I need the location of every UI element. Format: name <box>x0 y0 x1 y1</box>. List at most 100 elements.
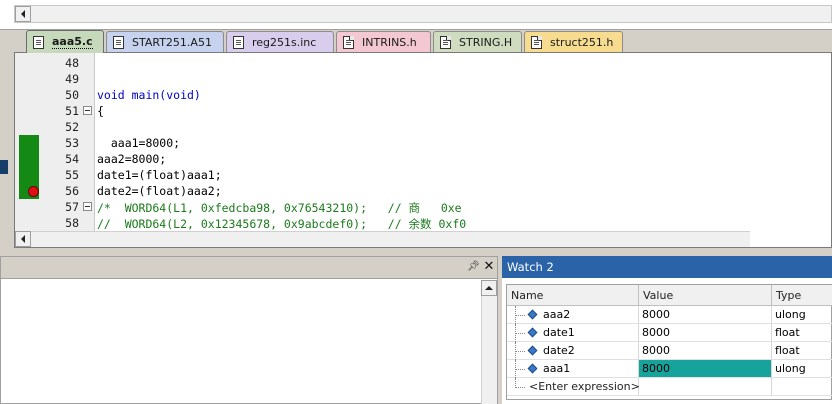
scroll-left-button[interactable] <box>15 231 31 247</box>
line-number: 49 <box>65 72 79 86</box>
arrow-left-icon <box>21 10 25 18</box>
panel-vertical-scrollbar[interactable] <box>481 280 497 404</box>
watch-row[interactable]: date1 8000 float <box>507 324 832 342</box>
line-number: 51 <box>65 104 79 118</box>
watch-value-cell[interactable]: 8000 <box>639 342 772 360</box>
c-file-icon <box>33 35 44 49</box>
pin-icon[interactable]: 📌︎ <box>467 261 480 273</box>
variable-icon <box>527 327 538 338</box>
header-file-icon <box>343 35 354 49</box>
tree-line <box>515 315 525 316</box>
watch-name-cell[interactable]: date2 <box>507 342 639 360</box>
inc-file-icon <box>233 35 244 49</box>
line-number: 56 <box>65 184 79 198</box>
enter-expression-label: <Enter expression> <box>529 380 640 393</box>
top-horizontal-scrollbar[interactable] <box>14 5 832 23</box>
watch-value-cell[interactable]: 8000 <box>639 306 772 324</box>
variable-icon <box>527 363 538 374</box>
line-number: 48 <box>65 56 79 70</box>
tab-string-h[interactable]: STRING.H <box>433 31 522 52</box>
line-number: 53 <box>65 136 79 150</box>
watch-name-cell[interactable]: date1 <box>507 324 639 342</box>
tab-struct251-h[interactable]: struct251.h <box>524 31 623 52</box>
code-line[interactable]: 49 <box>15 71 831 87</box>
watch-type-cell: ulong <box>772 306 832 324</box>
code-line[interactable]: 58 // WORD64(L2, 0x12345678, 0x9abcdef0)… <box>15 215 831 231</box>
tab-label: START251.A51 <box>132 35 212 49</box>
watch-name-cell[interactable]: aaa1 <box>507 360 639 378</box>
code-line[interactable]: 53 aaa1=8000; <box>15 135 831 151</box>
line-number: 55 <box>65 168 79 182</box>
tab-label: aaa5.c <box>52 35 93 49</box>
tab-start251-a51[interactable]: START251.A51 <box>106 31 224 52</box>
watch-type-cell <box>772 378 832 396</box>
scroll-left-button[interactable] <box>15 6 31 22</box>
watch-value-cell-changed[interactable]: 8000 <box>639 360 772 378</box>
code-editor[interactable]: 48 49 50 void main(void) 51 { 52 53 aaa1… <box>14 52 832 248</box>
editor-horizontal-scrollbar[interactable] <box>15 231 750 247</box>
breakpoint-icon[interactable] <box>28 186 39 197</box>
tree-line <box>515 351 525 352</box>
top-strip <box>0 0 832 30</box>
watch-type-cell: float <box>772 324 832 342</box>
tab-label: struct251.h <box>550 35 614 49</box>
watch-name-cell[interactable]: aaa2 <box>507 306 639 324</box>
executed-line-marker <box>19 151 39 167</box>
watch-value-cell[interactable] <box>639 378 772 396</box>
watch-row[interactable]: aaa2 8000 ulong <box>507 306 832 324</box>
watch-grid[interactable]: Name Value Type aaa2 8000 ulong date1 80… <box>506 284 832 400</box>
fold-collapse-icon[interactable] <box>83 202 92 211</box>
code-line[interactable]: 56 date2=(float)aaa2; <box>15 183 831 199</box>
column-header-value[interactable]: Value <box>639 285 772 306</box>
fold-collapse-icon[interactable] <box>83 106 92 115</box>
code-line[interactable]: 54 aaa2=8000; <box>15 151 831 167</box>
scroll-up-button[interactable] <box>481 280 497 296</box>
variable-icon <box>527 345 538 356</box>
code-line[interactable]: 55 date1=(float)aaa1; <box>15 167 831 183</box>
editor-tab-strip: aaa5.c START251.A51 reg251s.inc INTRINS.… <box>14 30 832 53</box>
watch-value-cell[interactable]: 8000 <box>639 324 772 342</box>
watch-name: date2 <box>543 344 575 357</box>
column-header-name[interactable]: Name <box>507 285 639 306</box>
line-number: 52 <box>65 120 79 134</box>
code-text: aaa2=8000; <box>97 152 167 166</box>
watch-window: Watch 2 Name Value Type aaa2 8000 ulong … <box>502 256 832 404</box>
variable-icon <box>527 309 538 320</box>
tree-line <box>515 387 525 388</box>
executed-line-marker <box>19 135 39 151</box>
tree-line <box>515 333 525 334</box>
watch-title: Watch 2 <box>502 256 832 278</box>
column-header-type[interactable]: Type <box>772 285 832 306</box>
code-line[interactable]: 52 <box>15 119 831 135</box>
tab-label: reg251s.inc <box>252 35 317 49</box>
tab-intrins-h[interactable]: INTRINS.h <box>336 31 431 52</box>
watch-type-cell: float <box>772 342 832 360</box>
code-line[interactable]: 50 void main(void) <box>15 87 831 103</box>
watch-row[interactable]: aaa1 8000 ulong <box>507 360 832 378</box>
code-line[interactable]: 57 /* WORD64(L1, 0xfedcba98, 0x76543210)… <box>15 199 831 215</box>
arrow-up-icon <box>485 286 493 290</box>
tab-label: INTRINS.h <box>362 35 417 49</box>
splitter[interactable] <box>0 248 832 255</box>
code-line[interactable]: 48 <box>15 55 831 71</box>
line-number: 54 <box>65 152 79 166</box>
enter-expression-field[interactable]: <Enter expression> <box>507 378 640 396</box>
code-text: { <box>97 104 104 118</box>
watch-type-cell: ulong <box>772 360 832 378</box>
header-file-icon <box>440 35 451 49</box>
watch-row-enter-expression[interactable]: <Enter expression> <box>507 378 832 396</box>
code-text: date2=(float)aaa2; <box>97 184 222 198</box>
watch-name: aaa2 <box>543 308 571 321</box>
tab-aaa5-c[interactable]: aaa5.c <box>26 30 104 53</box>
output-panel: 📌︎ ✕ <box>0 256 498 404</box>
code-text: /* WORD64(L1, 0xfedcba98, 0x76543210); /… <box>97 201 462 215</box>
tab-label: STRING.H <box>459 35 513 49</box>
watch-name: aaa1 <box>543 362 571 375</box>
code-line[interactable]: 51 { <box>15 103 831 119</box>
watch-row[interactable]: date2 8000 float <box>507 342 832 360</box>
tab-reg251s-inc[interactable]: reg251s.inc <box>226 31 334 52</box>
asm-file-icon <box>113 35 124 49</box>
close-icon[interactable]: ✕ <box>483 260 495 274</box>
code-text: // WORD64(L2, 0x12345678, 0x9abcdef0); /… <box>97 217 467 231</box>
line-number: 58 <box>65 216 79 230</box>
